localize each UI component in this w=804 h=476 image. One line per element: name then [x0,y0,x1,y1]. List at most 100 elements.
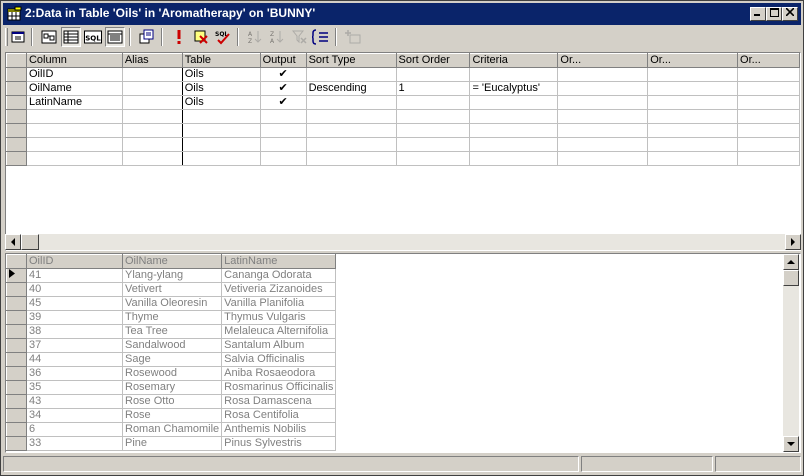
oilname-cell[interactable]: Sage [122,352,223,367]
toolbar-grip[interactable] [5,28,8,46]
latinname-cell[interactable]: Anthemis Nobilis [221,422,337,437]
column-header-or[interactable]: Or... [557,53,649,68]
scroll-down-button[interactable] [783,436,799,452]
alias-cell[interactable] [122,95,183,110]
criteria-cell[interactable] [469,95,559,110]
or-cell[interactable] [737,81,800,96]
latinname-cell[interactable]: Vetiveria Zizanoides [221,282,337,297]
grid-pane-horizontal-scrollbar[interactable] [5,234,801,250]
oilid-cell[interactable]: 38 [26,324,123,339]
verify-sql-button[interactable]: SQL [213,27,233,47]
latinname-cell[interactable]: Rosmarinus Officinalis [221,380,337,395]
criteria-cell[interactable] [469,67,559,82]
row-selector[interactable] [6,67,27,82]
vertical-scroll-thumb[interactable] [783,270,799,286]
row-selector[interactable] [6,123,27,138]
empty-cell[interactable] [469,151,559,166]
or-cell[interactable] [737,95,800,110]
group-by-button[interactable] [311,27,331,47]
scroll-up-button[interactable] [783,254,799,270]
oilname-cell[interactable]: Vanilla Oleoresin [122,296,223,311]
row-selector[interactable] [6,422,27,437]
sort-descending-button[interactable]: ZA [267,27,287,47]
oilname-cell[interactable]: Sandalwood [122,338,223,353]
sort-type-cell[interactable]: Descending [306,81,397,96]
oilid-cell[interactable]: 33 [26,436,123,451]
oilid-cell[interactable]: 6 [26,422,123,437]
row-selector[interactable] [6,324,27,339]
empty-cell[interactable] [26,137,123,152]
empty-cell[interactable] [122,151,183,166]
oilname-cell[interactable]: Rose [122,408,223,423]
latinname-cell[interactable]: Rosa Damascena [221,394,337,409]
empty-cell[interactable] [557,123,649,138]
row-selector[interactable] [6,282,27,297]
oilname-cell[interactable]: Tea Tree [122,324,223,339]
empty-cell[interactable] [737,151,800,166]
result-row[interactable]: 35 Rosemary Rosmarinus Officinalis [6,380,337,395]
empty-cell[interactable] [182,151,261,166]
show-results-pane-button[interactable] [105,27,125,47]
empty-cell[interactable] [182,123,261,138]
oilname-cell[interactable]: Thyme [122,310,223,325]
row-selector[interactable] [6,137,27,152]
sort-ascending-button[interactable]: AZ [245,27,265,47]
oilid-cell[interactable]: 39 [26,310,123,325]
oilname-cell[interactable]: Pine [122,436,223,451]
scroll-left-button[interactable] [5,234,21,250]
empty-cell[interactable] [306,151,397,166]
or-cell[interactable] [647,81,739,96]
oilid-cell[interactable]: 40 [26,282,123,297]
oilname-cell[interactable]: Roman Chamomile [122,422,223,437]
table-cell[interactable]: Oils [182,81,261,96]
result-row[interactable]: 45 Vanilla Oleoresin Vanilla Planifolia [6,296,337,311]
or-cell[interactable] [737,67,800,82]
column-header-sort-order[interactable]: Sort Order [395,53,471,68]
empty-cell[interactable] [260,151,307,166]
table-cell[interactable]: Oils [182,67,261,82]
row-selector[interactable] [6,408,27,423]
empty-cell[interactable] [469,137,559,152]
row-selector[interactable] [6,366,27,381]
title-bar[interactable]: 2:Data in Table 'Oils' in 'Aromatherapy'… [3,3,801,25]
restore-button[interactable] [766,7,782,21]
column-header-alias[interactable]: Alias [121,53,183,68]
run-button[interactable] [169,27,189,47]
empty-cell[interactable] [737,109,800,124]
row-selector[interactable] [6,338,27,353]
column-cell[interactable]: OilName [26,81,123,96]
column-header-column[interactable]: Column [25,53,123,68]
output-checkbox[interactable]: ✔ [260,95,307,110]
result-row[interactable]: 43 Rose Otto Rosa Damascena [6,394,337,409]
cancel-query-button[interactable] [191,27,211,47]
row-selector[interactable] [6,394,27,409]
empty-cell[interactable] [469,123,559,138]
result-row[interactable]: 41 Ylang-ylang Cananga Odorata [6,268,337,283]
sort-order-cell[interactable]: 1 [396,81,471,96]
column-header-criteria[interactable]: Criteria [469,53,559,68]
column-header-output[interactable]: Output [259,53,307,68]
oilid-cell[interactable]: 44 [26,352,123,367]
table-cell[interactable]: Oils [182,95,261,110]
empty-cell[interactable] [122,109,183,124]
empty-cell[interactable] [647,123,739,138]
latinname-cell[interactable]: Santalum Album [221,338,337,353]
or-cell[interactable] [647,95,739,110]
latinname-cell[interactable]: Cananga Odorata [221,268,337,283]
empty-cell[interactable] [469,109,559,124]
column-header-or[interactable]: Or... [647,53,739,68]
latinname-cell[interactable]: Vanilla Planifolia [221,296,337,311]
row-selector[interactable] [6,109,27,124]
show-grid-pane-button[interactable] [61,27,81,47]
properties-button[interactable] [9,27,29,47]
oilid-cell[interactable]: 34 [26,408,123,423]
result-row[interactable]: 37 Sandalwood Santalum Album [6,338,337,353]
empty-cell[interactable] [260,109,307,124]
empty-cell[interactable] [647,151,739,166]
empty-cell[interactable] [122,123,183,138]
or-cell[interactable] [557,81,649,96]
column-header-table[interactable]: Table [181,53,261,68]
empty-cell[interactable] [557,109,649,124]
row-selector[interactable] [6,81,27,96]
sort-order-cell[interactable] [396,95,471,110]
